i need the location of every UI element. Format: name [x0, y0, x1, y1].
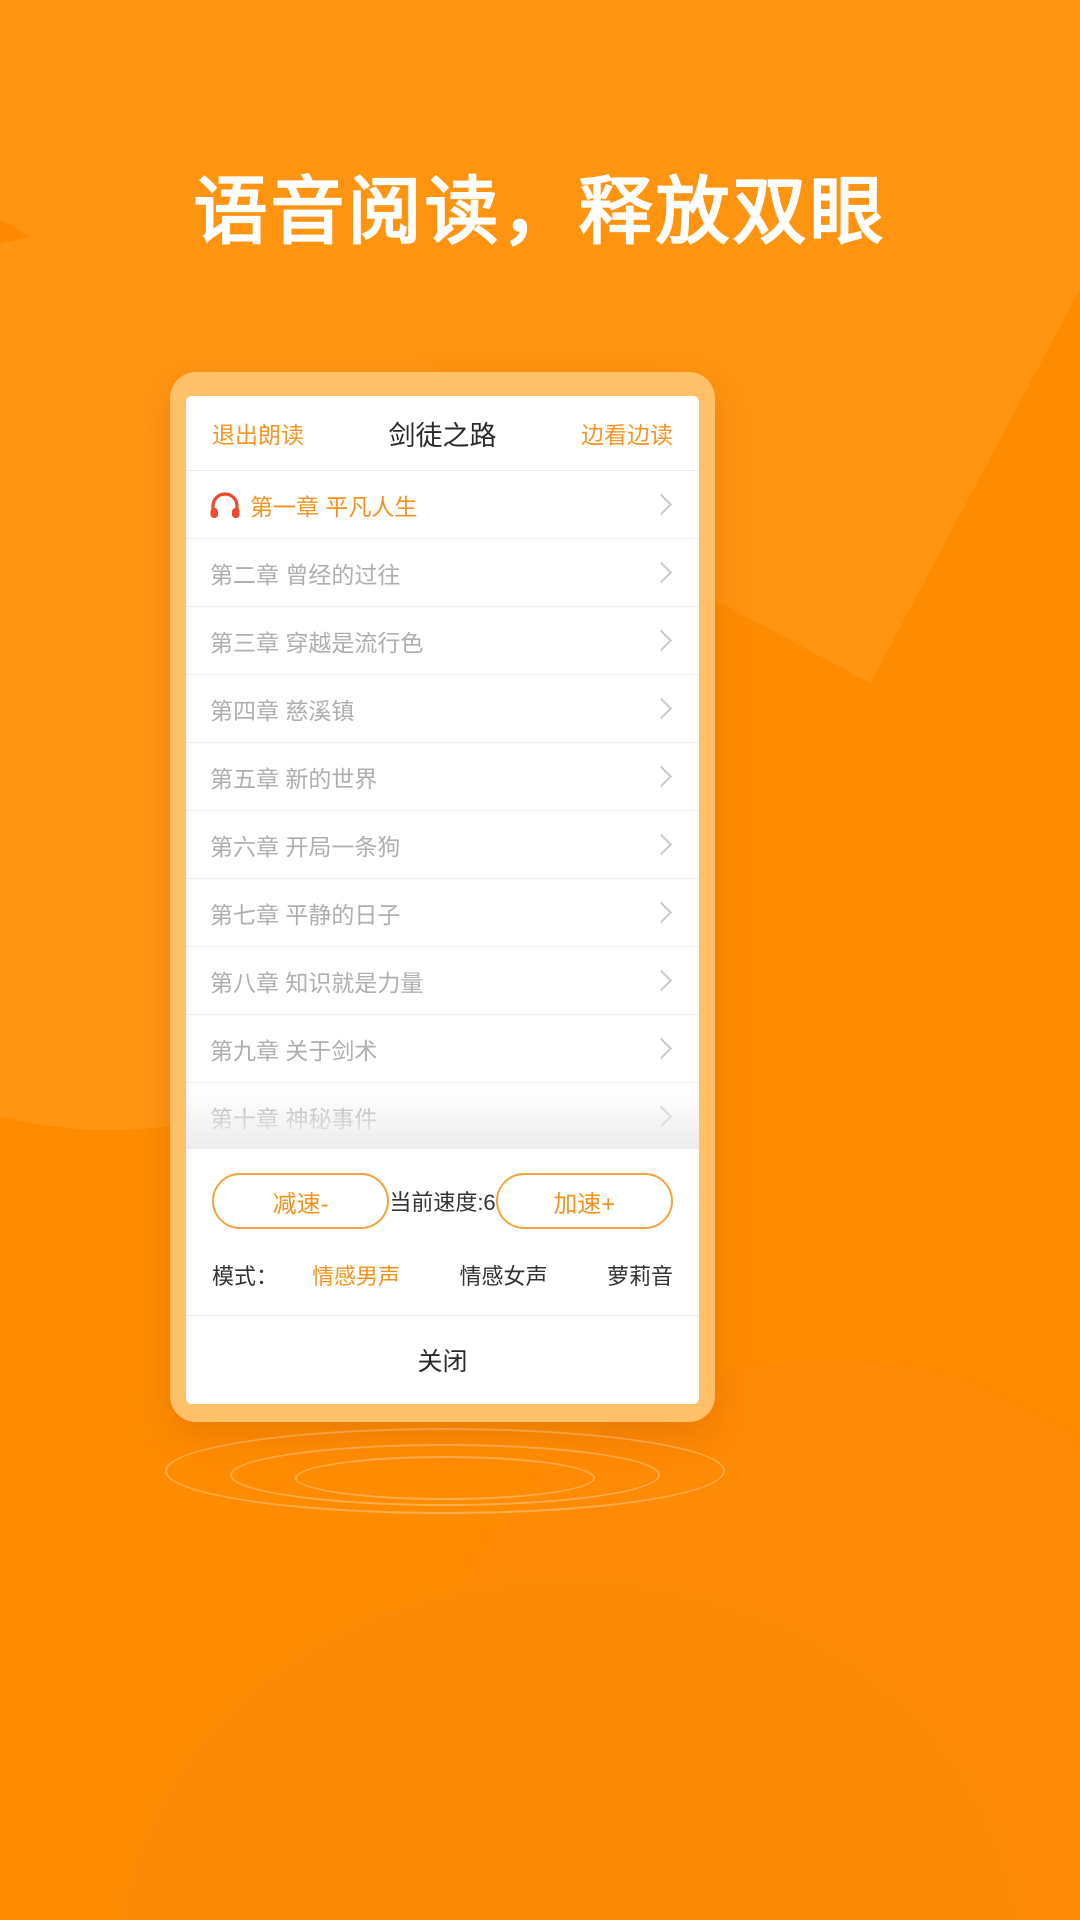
headphone-icon: [210, 491, 240, 518]
chapter-row[interactable]: 第四章 慈溪镇: [186, 675, 699, 743]
current-speed-value: 当前速度:6: [389, 1190, 496, 1215]
chapter-row[interactable]: 第十章 神秘事件: [186, 1083, 699, 1149]
promo-headline: 语音阅读，释放双眼: [193, 170, 887, 253]
chapter-list[interactable]: 第一章 平凡人生第二章 曾经的过往 第三章 穿越是流行色 第四章 慈溪镇 第五章 新的…: [186, 471, 699, 1149]
chapter-title: 第六章 开局一条狗: [210, 833, 401, 860]
increase-speed-button[interactable]: 加速+: [495, 1173, 673, 1229]
chapter-title: 第四章 慈溪镇: [210, 697, 355, 724]
chapter-row[interactable]: 第八章 知识就是力量: [186, 947, 699, 1015]
chapter-row[interactable]: 第七章 平静的日子: [186, 879, 699, 947]
chapter-title: 第十章 神秘事件: [210, 1105, 378, 1132]
chapter-row[interactable]: 第二章 曾经的过往: [186, 539, 699, 607]
chevron-right-icon: [650, 901, 673, 924]
app-screen: 退出朗读 剑徒之路 边看边读 第一章 平凡人生第二章 曾经的过往 第三章 穿越是流…: [186, 396, 699, 1404]
chevron-right-icon: [650, 561, 673, 584]
chevron-right-icon: [650, 629, 673, 652]
voice-mode-bar: 模式： 情感男声 情感女声 萝莉音: [186, 1245, 699, 1316]
chapter-title: 第三章 穿越是流行色: [210, 629, 424, 656]
book-title: 剑徒之路: [388, 420, 497, 451]
chevron-right-icon: [650, 1105, 673, 1128]
read-along-button[interactable]: 边看边读: [581, 416, 673, 450]
chapter-row[interactable]: 第五章 新的世界: [186, 743, 699, 811]
chapter-title: 第二章 曾经的过往: [210, 561, 401, 588]
chevron-right-icon: [650, 833, 673, 856]
phone-mockup: 退出朗读 剑徒之路 边看边读 第一章 平凡人生第二章 曾经的过往 第三章 穿越是流…: [170, 372, 715, 1422]
chapter-title: 第八章 知识就是力量: [210, 969, 424, 996]
chevron-right-icon: [650, 1037, 673, 1060]
chapter-title: 第五章 新的世界: [210, 765, 378, 792]
app-header: 退出朗读 剑徒之路 边看边读: [186, 396, 699, 471]
chapter-title: 第七章 平静的日子: [210, 901, 401, 928]
decrease-speed-button[interactable]: 减速-: [212, 1173, 390, 1229]
voice-mode-option-loli[interactable]: 萝莉音: [607, 1259, 673, 1291]
voice-mode-option-male[interactable]: 情感男声: [312, 1259, 400, 1291]
speed-control-bar: 减速- 当前速度:6 加速+: [186, 1149, 699, 1245]
exit-reading-button[interactable]: 退出朗读: [212, 416, 304, 450]
chapter-row[interactable]: 第九章 关于剑术: [186, 1015, 699, 1083]
chevron-right-icon: [650, 765, 673, 788]
chapter-row[interactable]: 第六章 开局一条狗: [186, 811, 699, 879]
chevron-right-icon: [650, 969, 673, 992]
chevron-right-icon: [650, 493, 673, 516]
voice-mode-label: 模式：: [212, 1264, 279, 1289]
chapter-row[interactable]: 第一章 平凡人生: [186, 471, 699, 539]
voice-mode-option-female[interactable]: 情感女声: [460, 1259, 548, 1291]
close-button[interactable]: 关闭: [186, 1316, 699, 1404]
chevron-right-icon: [650, 697, 673, 720]
chapter-title: 第一章 平凡人生: [250, 493, 418, 520]
chapter-row[interactable]: 第三章 穿越是流行色: [186, 607, 699, 675]
chapter-title: 第九章 关于剑术: [210, 1037, 378, 1064]
